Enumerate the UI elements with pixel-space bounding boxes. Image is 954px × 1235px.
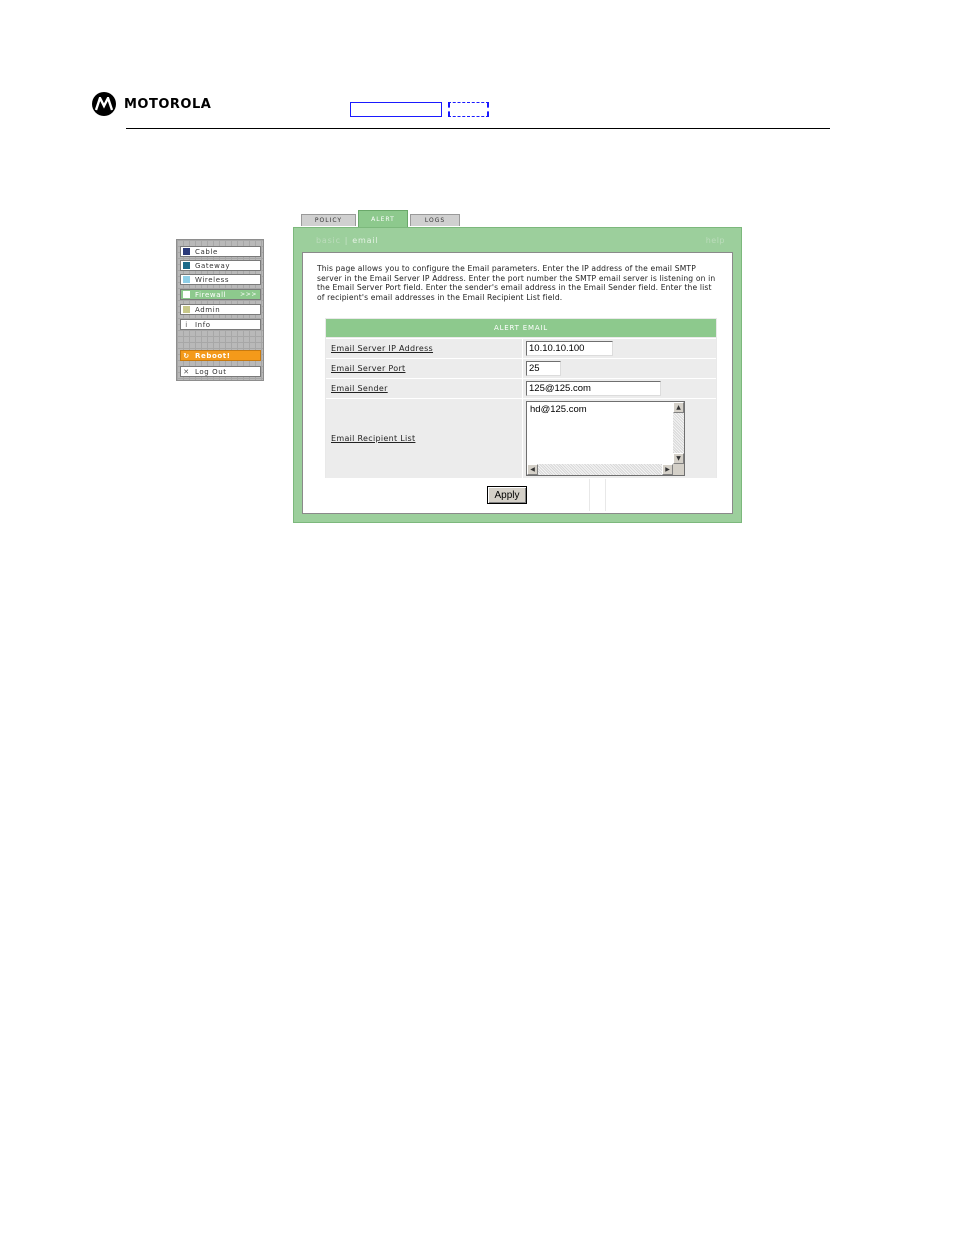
table-row: Email Recipient List hd@125.com ▲ ▼ ◀ ▶ <box>326 398 716 478</box>
email-server-ip-input[interactable]: 10.10.10.100 <box>526 341 613 356</box>
wireless-icon <box>183 276 190 283</box>
motorola-logo: MOTOROLA <box>92 92 211 116</box>
sidebar-item-firewall[interactable]: Firewall >>> <box>180 289 261 300</box>
table-row: Email Sender 125@125.com <box>326 378 716 398</box>
column-divider <box>522 379 523 398</box>
sidebar-item-logout[interactable]: ✕ Log Out <box>180 366 261 377</box>
page-description: This page allows you to configure the Em… <box>317 264 716 302</box>
table-row: Email Server IP Address 10.10.10.100 <box>326 338 716 358</box>
sidebar-item-wireless[interactable]: Wireless <box>180 274 261 285</box>
recipient-list-value: hd@125.com <box>530 404 587 415</box>
email-sender-input[interactable]: 125@125.com <box>526 381 661 396</box>
tab-label: LOGS <box>424 217 446 224</box>
subnav-email-link[interactable]: email <box>352 236 378 245</box>
sidebar-item-label: Cable <box>195 247 218 256</box>
sidebar-item-info[interactable]: i Info <box>180 319 261 330</box>
admin-icon <box>183 306 190 313</box>
scroll-left-icon[interactable]: ◀ <box>527 464 538 475</box>
sidebar-item-label: Reboot! <box>195 351 231 360</box>
header-link-box-dashed[interactable] <box>448 102 489 117</box>
email-server-port-input[interactable]: 25 <box>526 361 561 376</box>
tab-alert[interactable]: ALERT <box>358 210 408 228</box>
scrollbar-corner <box>673 464 684 475</box>
motorola-batwing-icon <box>92 92 116 116</box>
help-link[interactable]: help <box>706 236 725 245</box>
cable-icon <box>183 248 190 255</box>
sidebar-item-cable[interactable]: Cable <box>180 246 261 257</box>
tab-label: ALERT <box>371 216 395 223</box>
sidebar-item-label: Log Out <box>195 367 227 376</box>
active-arrows-icon: >>> <box>240 291 257 298</box>
info-icon: i <box>185 320 188 329</box>
table-title: ALERT EMAIL <box>326 319 716 337</box>
column-divider <box>522 339 523 358</box>
sidebar-item-gateway[interactable]: Gateway <box>180 260 261 271</box>
header-divider <box>126 128 830 129</box>
firewall-icon <box>183 291 190 298</box>
reboot-icon: ↻ <box>183 351 190 360</box>
tab-policy[interactable]: POLICY <box>301 214 356 226</box>
gateway-icon <box>183 262 190 269</box>
content-area: This page allows you to configure the Em… <box>302 252 733 514</box>
sidebar-item-reboot[interactable]: ↻ Reboot! <box>180 350 261 361</box>
email-server-port-label[interactable]: Email Server Port <box>331 364 405 373</box>
header-link-box[interactable] <box>350 102 442 117</box>
sub-navigation: basic | email <box>316 236 378 245</box>
alert-email-table: ALERT EMAIL Email Server IP Address 10.1… <box>325 318 717 478</box>
email-sender-label[interactable]: Email Sender <box>331 384 388 393</box>
email-server-ip-label[interactable]: Email Server IP Address <box>331 344 433 353</box>
scroll-up-icon[interactable]: ▲ <box>673 402 684 413</box>
tab-label: POLICY <box>314 217 343 224</box>
scroll-right-icon[interactable]: ▶ <box>662 464 673 475</box>
vertical-scrollbar[interactable]: ▲ ▼ <box>673 402 684 464</box>
apply-button[interactable]: Apply <box>487 486 527 504</box>
email-recipient-list-textarea[interactable]: hd@125.com ▲ ▼ ◀ ▶ <box>526 401 685 476</box>
column-divider <box>522 359 523 378</box>
sidebar-item-label: Firewall <box>195 290 227 299</box>
brand-name: MOTOROLA <box>124 96 212 112</box>
subnav-basic-link[interactable]: basic <box>316 236 341 245</box>
table-row: Email Server Port 25 <box>326 358 716 378</box>
scroll-down-icon[interactable]: ▼ <box>673 453 684 464</box>
subnav-separator: | <box>344 236 349 245</box>
sidebar-item-label: Info <box>195 320 211 329</box>
side-navigation: Cable Gateway Wireless Firewall >>> Admi… <box>176 239 264 381</box>
divider <box>605 479 606 511</box>
sidebar-item-label: Admin <box>195 305 221 314</box>
sidebar-item-admin[interactable]: Admin <box>180 304 261 315</box>
main-panel: basic | email help This page allows you to… <box>293 227 742 523</box>
logout-icon: ✕ <box>183 367 190 376</box>
email-recipient-list-label[interactable]: Email Recipient List <box>331 434 415 443</box>
tab-logs[interactable]: LOGS <box>410 214 460 226</box>
sidebar-item-label: Gateway <box>195 261 231 270</box>
horizontal-scrollbar[interactable]: ◀ ▶ <box>527 464 673 475</box>
sidebar-item-label: Wireless <box>195 275 230 284</box>
divider <box>589 479 590 511</box>
column-divider <box>522 399 523 478</box>
